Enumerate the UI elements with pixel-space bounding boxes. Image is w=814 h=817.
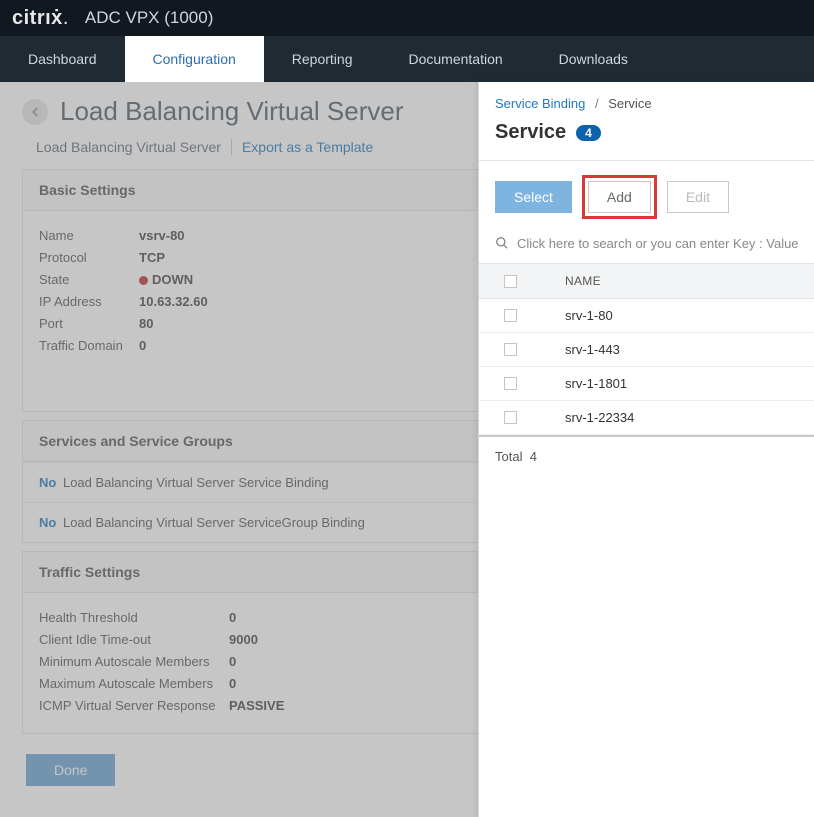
- label-ip: IP Address: [39, 291, 139, 313]
- service-row[interactable]: srv-1-1801: [479, 367, 814, 401]
- tab-dashboard[interactable]: Dashboard: [0, 36, 125, 82]
- sub-divider: [231, 139, 232, 155]
- label-max-auto: Maximum Autoscale Members: [39, 673, 229, 695]
- row-checkbox[interactable]: [504, 309, 517, 322]
- search-placeholder: Click here to search or you can enter Ke…: [517, 236, 798, 251]
- label-icmp: ICMP Virtual Server Response: [39, 695, 229, 717]
- name-column-header[interactable]: NAME: [541, 274, 814, 288]
- service-slideover: Service Binding / Service Service 4 Sele…: [478, 82, 814, 817]
- value-min-auto: 0: [229, 651, 236, 673]
- value-name: vsrv-80: [139, 225, 185, 247]
- select-button[interactable]: Select: [495, 181, 572, 213]
- add-button-highlight: Add: [582, 175, 657, 219]
- row-checkbox[interactable]: [504, 411, 517, 424]
- value-icmp: PASSIVE: [229, 695, 284, 717]
- service-row[interactable]: srv-1-443: [479, 333, 814, 367]
- no-link-2[interactable]: No: [39, 515, 56, 530]
- select-all-checkbox[interactable]: [504, 275, 517, 288]
- label-port: Port: [39, 313, 139, 335]
- service-name: srv-1-443: [541, 342, 814, 357]
- topbar: citrıẋ. ADC VPX (1000): [0, 0, 814, 36]
- service-name: srv-1-22334: [541, 410, 814, 425]
- row-checkbox[interactable]: [504, 343, 517, 356]
- label-state: State: [39, 269, 139, 291]
- service-row[interactable]: srv-1-80: [479, 299, 814, 333]
- servicegroup-binding-label: Load Balancing Virtual Server ServiceGro…: [63, 515, 365, 530]
- service-row[interactable]: srv-1-22334: [479, 401, 814, 435]
- edit-button: Edit: [667, 181, 729, 213]
- label-name: Name: [39, 225, 139, 247]
- total-value: 4: [530, 449, 537, 464]
- service-table-header: NAME: [479, 263, 814, 299]
- value-max-auto: 0: [229, 673, 236, 695]
- sub-heading: Load Balancing Virtual Server: [36, 139, 221, 155]
- label-min-auto: Minimum Autoscale Members: [39, 651, 229, 673]
- done-button[interactable]: Done: [26, 754, 115, 786]
- total-label: Total: [495, 449, 522, 464]
- add-button[interactable]: Add: [588, 181, 651, 213]
- export-template-link[interactable]: Export as a Template: [242, 139, 373, 155]
- back-button[interactable]: [22, 99, 48, 125]
- service-count-badge: 4: [576, 125, 601, 141]
- product-name: ADC VPX (1000): [85, 8, 214, 28]
- slideover-footer: Total 4: [479, 435, 814, 476]
- value-port: 80: [139, 313, 153, 335]
- value-idle: 9000: [229, 629, 258, 651]
- breadcrumb-link[interactable]: Service Binding: [495, 96, 585, 111]
- value-traffic-domain: 0: [139, 335, 146, 357]
- tab-reporting[interactable]: Reporting: [264, 36, 381, 82]
- slideover-title: Service: [495, 121, 566, 144]
- page-title: Load Balancing Virtual Server: [60, 96, 404, 127]
- slideover-actions: Select Add Edit: [479, 161, 814, 233]
- label-traffic-domain: Traffic Domain: [39, 335, 139, 357]
- breadcrumb: Service Binding / Service: [479, 82, 814, 115]
- main-nav: Dashboard Configuration Reporting Docume…: [0, 36, 814, 82]
- service-name: srv-1-1801: [541, 376, 814, 391]
- breadcrumb-current: Service: [608, 96, 651, 111]
- label-idle: Client Idle Time-out: [39, 629, 229, 651]
- label-protocol: Protocol: [39, 247, 139, 269]
- value-health: 0: [229, 607, 236, 629]
- value-state: DOWN: [139, 269, 193, 291]
- value-ip: 10.63.32.60: [139, 291, 208, 313]
- tab-documentation[interactable]: Documentation: [380, 36, 530, 82]
- brand-logo: citrıẋ.: [12, 7, 69, 30]
- tab-downloads[interactable]: Downloads: [531, 36, 656, 82]
- state-down-icon: [139, 276, 148, 285]
- value-protocol: TCP: [139, 247, 165, 269]
- tab-configuration[interactable]: Configuration: [125, 36, 264, 82]
- search-row[interactable]: Click here to search or you can enter Ke…: [479, 233, 814, 263]
- slideover-title-row: Service 4: [479, 115, 814, 161]
- breadcrumb-sep: /: [595, 96, 599, 111]
- no-link-1[interactable]: No: [39, 475, 56, 490]
- label-health: Health Threshold: [39, 607, 229, 629]
- service-binding-label: Load Balancing Virtual Server Service Bi…: [63, 475, 329, 490]
- service-name: srv-1-80: [541, 308, 814, 323]
- arrow-left-icon: [28, 105, 42, 119]
- row-checkbox[interactable]: [504, 377, 517, 390]
- search-icon: [495, 235, 509, 251]
